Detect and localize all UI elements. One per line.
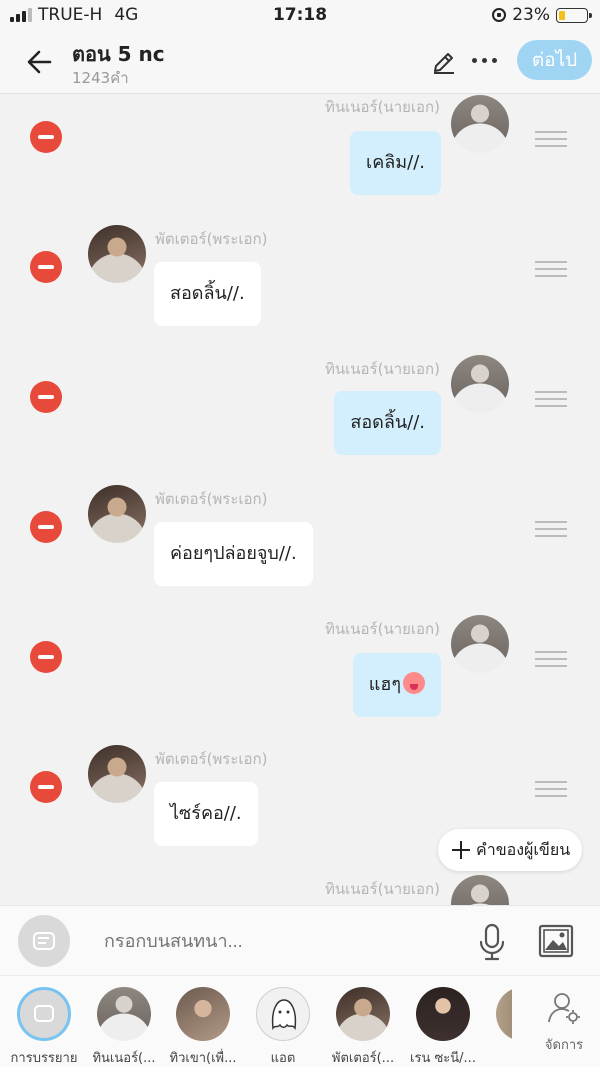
character-avatar [336, 987, 390, 1041]
remove-message-icon[interactable] [30, 511, 62, 543]
character-item[interactable]: ทิวเขา(เพื่... [163, 987, 243, 1067]
composer [0, 905, 600, 975]
microphone-icon[interactable] [476, 922, 508, 962]
speaker-name: พัตเตอร์(พระเอก) [155, 490, 268, 508]
remove-message-icon[interactable] [30, 381, 62, 413]
word-count: 1243คำ [72, 69, 129, 87]
hot-face-emoji-icon [403, 672, 425, 694]
speaker-name: ทินเนอร์(นายเอก) [325, 360, 440, 378]
message-bubble[interactable]: ค่อยๆปล่อยจูบ//. [154, 522, 313, 586]
status-right: 23% [492, 5, 592, 25]
remove-message-icon[interactable] [30, 771, 62, 803]
speaker-avatar [451, 95, 509, 153]
character-item[interactable]: พัตเตอร์(... [323, 987, 403, 1067]
remove-message-icon[interactable] [30, 251, 62, 283]
message-row[interactable]: ทินเนอร์(นายเอก) เคลิม//. [0, 95, 600, 225]
narration-icon [33, 932, 55, 950]
message-row[interactable]: ทินเนอร์(นายเอก) [0, 875, 600, 905]
back-arrow-icon[interactable] [22, 44, 58, 80]
speaker-avatar [451, 875, 509, 905]
manage-user-icon [548, 993, 580, 1024]
speaker-avatar [88, 485, 146, 543]
character-item[interactable] [482, 987, 512, 1041]
remove-message-icon[interactable] [30, 121, 62, 153]
character-label: ทินเนอร์(... [92, 1051, 156, 1066]
speaker-avatar [451, 615, 509, 673]
character-item[interactable]: แอต [243, 987, 323, 1067]
character-label: ทิวเขา(เพื่... [169, 1051, 237, 1066]
manage-characters-button[interactable]: จัดการ [536, 990, 592, 1055]
character-bar: การบรรยาย ทินเนอร์(... ทิวเขา(เพื่... แอ… [0, 975, 600, 1067]
message-row[interactable]: พัตเตอร์(พระเอก) ค่อยๆปล่อยจูบ//. [0, 485, 600, 615]
message-bubble[interactable]: ไซร์คอ//. [154, 782, 258, 846]
speaker-name: ทินเนอร์(นายเอก) [325, 98, 440, 116]
character-label: แอต [270, 1051, 296, 1066]
image-icon[interactable] [538, 923, 574, 959]
message-text: แฮๆ [368, 674, 401, 695]
add-writer-note-button[interactable]: คำของผู้เขียน [438, 829, 582, 871]
speaker-name: ทินเนอร์(นายเอก) [325, 880, 440, 898]
message-row[interactable]: พัตเตอร์(พระเอก) สอดลิ้น//. [0, 225, 600, 355]
drag-handle-icon[interactable] [535, 781, 567, 802]
status-bar: TRUE-H 4G 17:18 23% [0, 0, 600, 32]
speaker-name: ทินเนอร์(นายเอก) [325, 620, 440, 638]
character-label: การบรรยาย [10, 1051, 78, 1066]
speaker-name: พัตเตอร์(พระเอก) [155, 750, 268, 768]
narration-toggle-button[interactable] [18, 915, 70, 967]
plus-icon [452, 841, 470, 859]
message-input[interactable] [104, 926, 404, 956]
character-avatar [496, 987, 512, 1041]
manage-label: จัดการ [544, 1038, 584, 1053]
speaker-name: พัตเตอร์(พระเอก) [155, 230, 268, 248]
pencil-icon[interactable] [430, 48, 458, 76]
next-button[interactable]: ต่อไป [517, 40, 592, 80]
character-avatar [416, 987, 470, 1041]
more-options-icon[interactable] [472, 58, 497, 63]
orientation-lock-icon [492, 8, 507, 22]
character-narration[interactable]: การบรรยาย [4, 987, 84, 1067]
narration-avatar-icon [17, 987, 71, 1041]
message-row[interactable]: ทินเนอร์(นายเอก) แฮๆ [0, 615, 600, 745]
message-row[interactable]: ทินเนอร์(นายเอก) สอดลิ้น//. [0, 355, 600, 485]
drag-handle-icon[interactable] [535, 131, 567, 152]
message-bubble[interactable]: แฮๆ [352, 653, 441, 717]
character-item[interactable]: เรน ซะนี/... [403, 987, 483, 1067]
episode-header: ตอน 5 nc 1243คำ ต่อไป [0, 32, 600, 94]
speaker-avatar [451, 355, 509, 413]
message-bubble[interactable]: สอดลิ้น//. [154, 262, 261, 326]
chat-list: ทินเนอร์(นายเอก) เคลิม//. พัตเตอร์(พระเอ… [0, 95, 600, 905]
writer-note-label: คำของผู้เขียน [476, 840, 571, 859]
message-bubble[interactable]: สอดลิ้น//. [334, 391, 441, 455]
character-avatar [176, 987, 230, 1041]
drag-handle-icon[interactable] [535, 261, 567, 282]
drag-handle-icon[interactable] [535, 391, 567, 412]
battery-percent: 23% [512, 5, 550, 25]
ghost-avatar-icon [256, 987, 310, 1041]
character-label: เรน ซะนี/... [410, 1051, 476, 1066]
battery-icon [556, 7, 592, 23]
character-avatar [97, 987, 151, 1041]
speaker-avatar [88, 225, 146, 283]
character-item[interactable]: ทินเนอร์(... [84, 987, 164, 1067]
message-bubble[interactable]: เคลิม//. [350, 131, 441, 195]
speaker-avatar [88, 745, 146, 803]
character-label: พัตเตอร์(... [331, 1051, 395, 1066]
drag-handle-icon[interactable] [535, 521, 567, 542]
drag-handle-icon[interactable] [535, 651, 567, 672]
remove-message-icon[interactable] [30, 641, 62, 673]
